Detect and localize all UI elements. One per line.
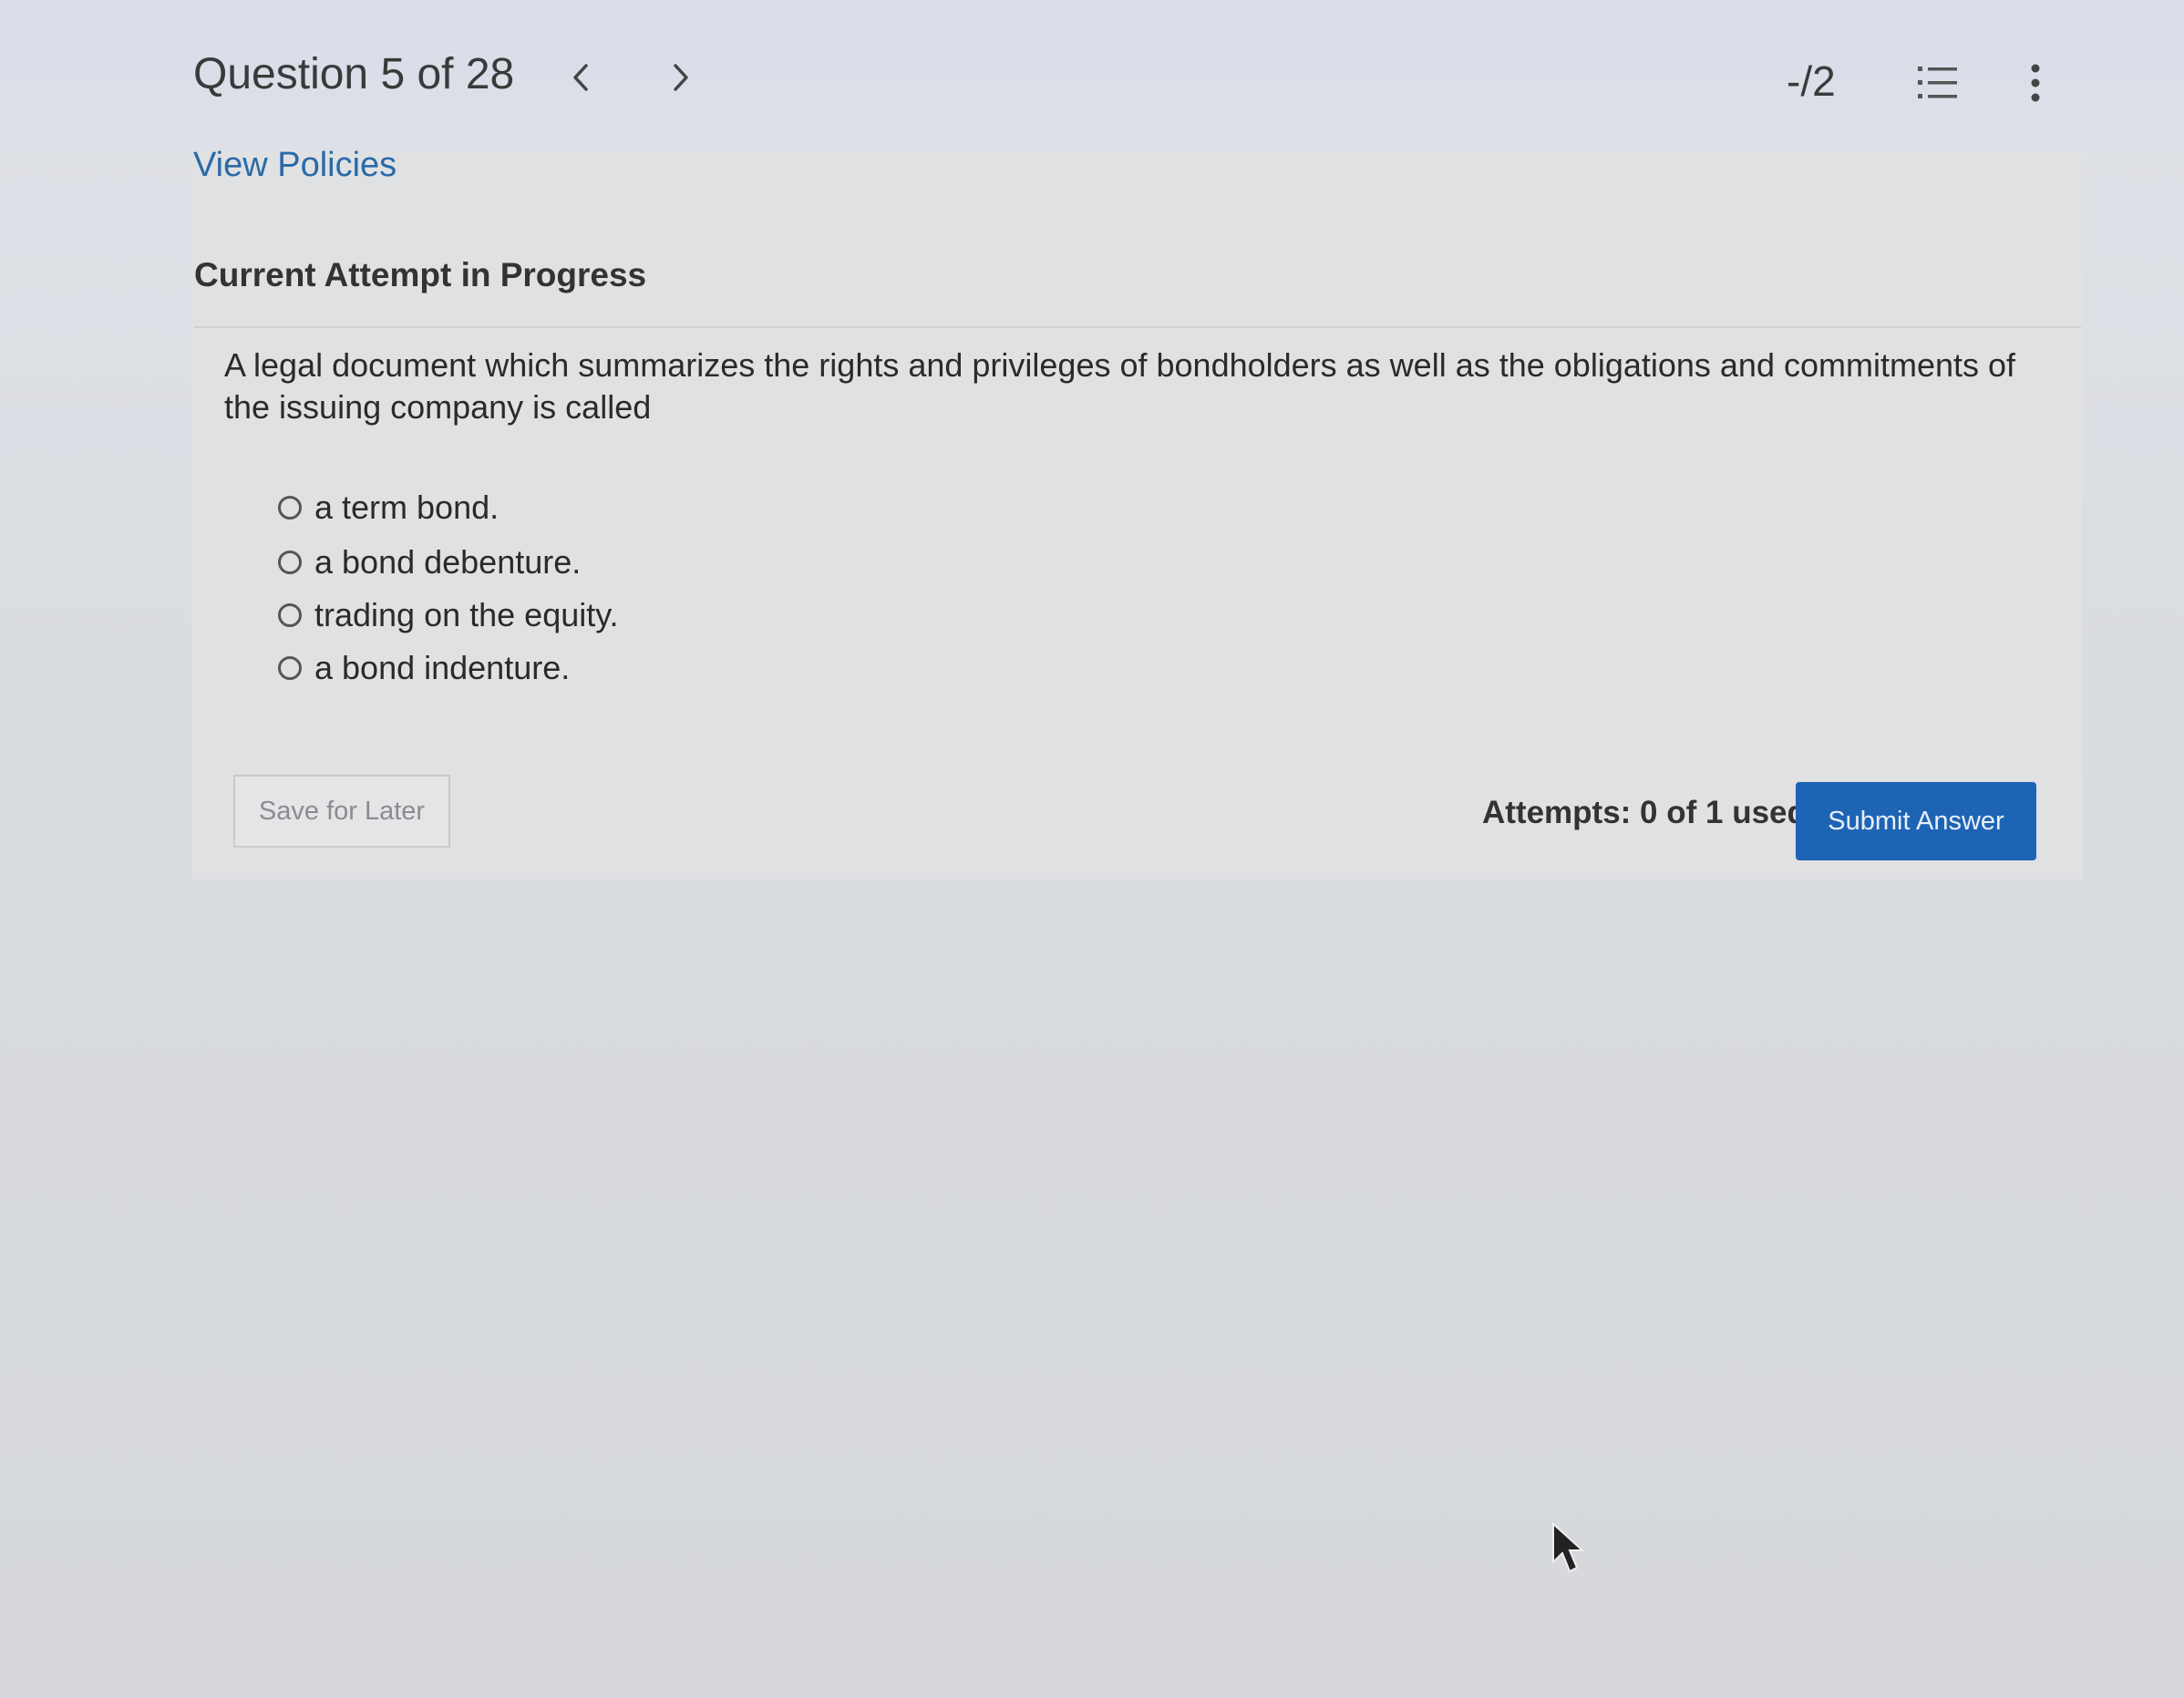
answer-option-label: trading on the equity. bbox=[314, 596, 619, 633]
previous-question-button[interactable] bbox=[558, 50, 603, 105]
attempt-status-heading: Current Attempt in Progress bbox=[194, 256, 647, 293]
answer-option[interactable]: trading on the equity. bbox=[278, 592, 619, 638]
radio-button[interactable] bbox=[278, 603, 302, 627]
answer-option-label: a bond debenture. bbox=[314, 543, 582, 581]
answer-option[interactable]: a bond indenture. bbox=[278, 645, 570, 691]
vertical-ellipsis-icon bbox=[2031, 64, 2040, 102]
radio-button[interactable] bbox=[278, 551, 302, 574]
more-options-button[interactable] bbox=[2022, 59, 2049, 107]
chevron-right-icon bbox=[674, 64, 688, 91]
mouse-pointer-icon bbox=[1552, 1522, 1585, 1573]
question-counter: Question 5 of 28 bbox=[193, 50, 515, 98]
answer-option-label: a term bond. bbox=[314, 489, 500, 526]
submit-answer-button[interactable]: Submit Answer bbox=[1796, 782, 2036, 860]
save-for-later-button[interactable]: Save for Later bbox=[233, 775, 450, 848]
radio-button[interactable] bbox=[278, 496, 302, 520]
next-question-button[interactable] bbox=[658, 50, 704, 105]
question-list-button[interactable] bbox=[1914, 59, 1962, 107]
view-policies-link[interactable]: View Policies bbox=[193, 146, 397, 185]
divider bbox=[194, 326, 2081, 328]
numbered-list-icon bbox=[1918, 67, 1957, 98]
radio-button[interactable] bbox=[278, 656, 302, 680]
answer-option-label: a bond indenture. bbox=[314, 649, 571, 686]
question-text: A legal document which summarizes the ri… bbox=[224, 346, 2016, 426]
answer-option[interactable]: a bond debenture. bbox=[278, 540, 581, 585]
score-display: -/2 bbox=[1787, 57, 1836, 105]
chevron-left-icon bbox=[573, 64, 588, 91]
answer-option[interactable]: a term bond. bbox=[278, 485, 499, 530]
attempts-counter: Attempts: 0 of 1 used bbox=[1482, 795, 1807, 830]
